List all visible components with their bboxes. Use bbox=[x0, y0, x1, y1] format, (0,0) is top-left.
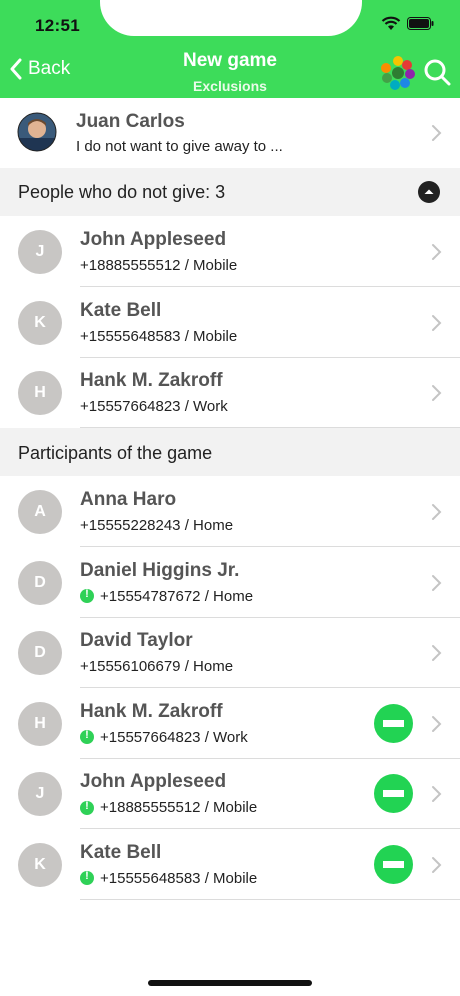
contact-detail: +15557664823 / Work bbox=[80, 398, 228, 415]
warning-dot-icon bbox=[80, 588, 94, 603]
remove-exclusion-button[interactable] bbox=[374, 844, 413, 884]
chevron-right-icon bbox=[432, 574, 442, 591]
contact-name: Kate Bell bbox=[80, 299, 162, 321]
participants-section-header: Participants of the game bbox=[0, 428, 460, 476]
chevron-right-icon bbox=[432, 715, 442, 732]
contact-detail: +15555648583 / Mobile bbox=[80, 327, 238, 345]
chevron-up-icon bbox=[424, 189, 434, 194]
contact-row[interactable]: D David Taylor +15556106679 / Home bbox=[0, 618, 460, 688]
avatar: J bbox=[18, 230, 62, 274]
contact-name: Anna Haro bbox=[80, 489, 177, 510]
contact-detail-line: +15556106679 / Home bbox=[80, 658, 233, 675]
avatar: A bbox=[18, 490, 62, 534]
contact-row[interactable]: H Hank M. Zakroff +15557664823 / Work bbox=[0, 358, 460, 428]
owner-note: I do not want to give away to ... bbox=[76, 138, 283, 155]
avatar: J bbox=[18, 772, 62, 816]
participants-section-title: Participants of the game bbox=[18, 443, 213, 463]
contact-row[interactable]: K Kate Bell +15555648583 / Mobile bbox=[0, 287, 460, 358]
contact-detail-line: +15555228243 / Home bbox=[80, 517, 233, 534]
contact-row[interactable]: D Daniel Higgins Jr. +15554787672 / Home bbox=[0, 547, 460, 618]
contact-detail: +15556106679 / Home bbox=[80, 658, 234, 675]
status-time: 12:51 bbox=[35, 16, 80, 35]
contact-detail-line: +15557664823 / Work bbox=[80, 729, 248, 746]
contact-row[interactable]: A Anna Haro +15555228243 / Home bbox=[0, 477, 460, 547]
contact-detail: +15554787672 / Home bbox=[100, 587, 254, 605]
chevron-right-icon bbox=[432, 244, 442, 260]
avatar: H bbox=[18, 371, 62, 415]
contact-name: David Taylor bbox=[80, 630, 193, 651]
contact-row[interactable]: J John Appleseed +18885555512 / Mobile bbox=[0, 217, 460, 287]
chevron-right-icon bbox=[432, 856, 442, 873]
contact-name: John Appleseed bbox=[80, 771, 227, 792]
avatar: D bbox=[18, 631, 62, 675]
remove-exclusion-button[interactable] bbox=[374, 774, 413, 813]
contact-name: Daniel Higgins Jr. bbox=[80, 559, 240, 581]
chevron-right-icon bbox=[432, 314, 442, 331]
contact-row[interactable]: K Kate Bell +15555648583 / Mobile bbox=[0, 829, 460, 900]
chevron-right-icon bbox=[432, 125, 442, 141]
contact-detail-line: +18885555512 / Mobile bbox=[80, 257, 237, 274]
owner-row[interactable]: Juan Carlos I do not want to give away t… bbox=[0, 98, 460, 168]
avatar: K bbox=[18, 842, 62, 887]
app-logo-icon[interactable] bbox=[380, 55, 416, 91]
contact-detail-line: +18885555512 / Mobile bbox=[80, 799, 257, 816]
row-divider bbox=[80, 898, 460, 900]
excluded-section-header[interactable]: People who do not give: 3 bbox=[0, 168, 460, 216]
chevron-right-icon bbox=[432, 645, 442, 661]
battery-icon bbox=[407, 17, 434, 30]
status-icons bbox=[381, 16, 434, 31]
contact-row[interactable]: J John Appleseed +18885555512 / Mobile bbox=[0, 759, 460, 829]
contact-detail: +18885555512 / Mobile bbox=[80, 257, 238, 274]
contact-detail: +18885555512 / Mobile bbox=[100, 799, 258, 816]
contact-detail: +15555228243 / Home bbox=[80, 517, 234, 534]
contact-detail-line: +15555648583 / Mobile bbox=[80, 328, 237, 345]
avatar: H bbox=[18, 701, 62, 746]
warning-dot-icon bbox=[80, 870, 94, 885]
warning-dot-icon bbox=[80, 729, 94, 744]
contact-name: John Appleseed bbox=[80, 229, 227, 250]
chevron-right-icon bbox=[432, 385, 442, 401]
contact-detail: +15555648583 / Mobile bbox=[100, 869, 258, 887]
chevron-right-icon bbox=[432, 504, 442, 520]
excluded-section-title: People who do not give: 3 bbox=[18, 182, 226, 202]
contact-detail-line: +15554787672 / Home bbox=[80, 588, 253, 605]
contact-name: Kate Bell bbox=[80, 841, 162, 863]
owner-name: Juan Carlos bbox=[76, 111, 185, 132]
wifi-icon bbox=[381, 16, 401, 30]
contact-name: Hank M. Zakroff bbox=[80, 370, 223, 391]
avatar: K bbox=[18, 300, 62, 345]
collapse-button[interactable] bbox=[418, 181, 440, 203]
search-icon[interactable] bbox=[423, 58, 451, 86]
warning-dot-icon bbox=[80, 800, 94, 815]
home-indicator bbox=[148, 980, 312, 986]
avatar: D bbox=[18, 560, 62, 605]
contact-detail-line: +15557664823 / Work bbox=[80, 398, 228, 415]
contact-row[interactable]: H Hank M. Zakroff +15557664823 / Work bbox=[0, 688, 460, 759]
contact-detail: +15557664823 / Work bbox=[100, 728, 248, 746]
contact-detail-line: +15555648583 / Mobile bbox=[80, 870, 257, 887]
remove-exclusion-button[interactable] bbox=[374, 703, 413, 743]
owner-avatar bbox=[17, 112, 57, 152]
device-notch bbox=[100, 0, 362, 36]
navigation-bar: 12:51 Back New game Exclusions bbox=[0, 0, 460, 98]
chevron-right-icon bbox=[432, 786, 442, 802]
contact-name: Hank M. Zakroff bbox=[80, 700, 223, 722]
